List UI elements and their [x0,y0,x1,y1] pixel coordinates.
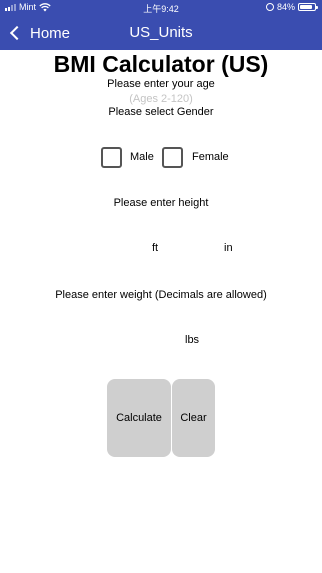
age-input[interactable] [96,92,226,106]
top-bar: Mint 上午9:42 84% Home US_Units [0,0,322,50]
weight-unit: lbs [185,334,200,346]
male-label[interactable]: Male [130,151,154,163]
alarm-icon [265,3,274,11]
battery-icon [298,3,318,11]
weight-prompt: Please enter weight (Decimals are allowe… [55,289,267,301]
battery-fill [300,5,312,9]
female-checkbox[interactable] [162,147,183,168]
height-inches-unit: in [224,242,233,254]
clear-button[interactable]: Clear [172,379,215,457]
gender-prompt: Please select Gender [108,106,214,118]
male-checkbox[interactable] [101,147,122,168]
age-prompt: Please enter your age [107,78,215,90]
calculate-button[interactable]: Calculate [107,379,171,457]
page-title: BMI Calculator (US) [53,51,269,77]
battery-percent: 84% [276,2,295,12]
nav-title: US_Units [129,24,193,41]
gender-selector: Male Female [0,147,322,169]
female-label[interactable]: Female [192,151,229,163]
height-inches-input[interactable] [170,240,220,256]
status-bar: Mint 上午9:42 84% [0,0,322,16]
status-right: 84% [265,2,318,12]
weight-input[interactable] [110,332,180,348]
height-feet-unit: ft [152,242,159,254]
height-prompt: Please enter height [113,197,209,209]
height-feet-input[interactable] [96,240,146,256]
